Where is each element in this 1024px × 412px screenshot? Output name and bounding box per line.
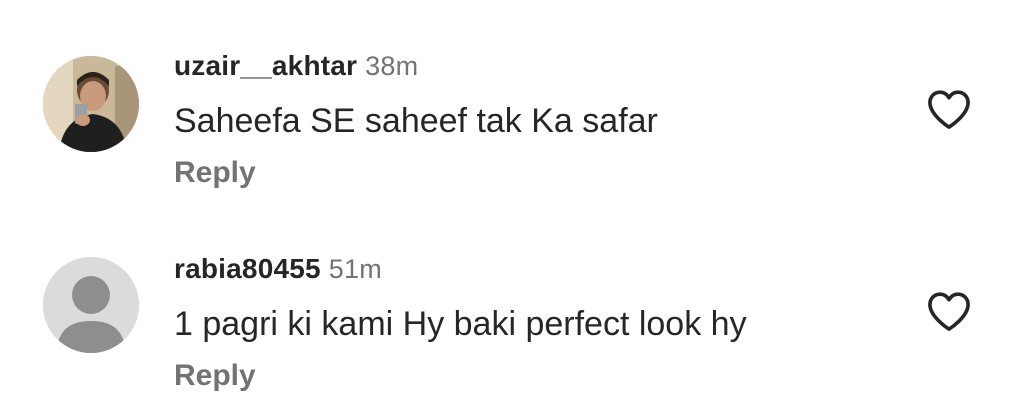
default-user-avatar-icon bbox=[43, 257, 139, 353]
comment-author[interactable]: rabia80455 51m bbox=[174, 253, 382, 285]
like-button[interactable] bbox=[926, 88, 972, 130]
avatar[interactable] bbox=[43, 56, 139, 152]
reply-button[interactable]: Reply bbox=[174, 156, 256, 190]
user-photo-avatar-icon bbox=[43, 56, 139, 152]
like-button[interactable] bbox=[926, 290, 972, 332]
reply-button[interactable]: Reply bbox=[174, 359, 256, 393]
comment-timestamp: 38m bbox=[365, 51, 419, 81]
comment-item: uzair__akhtar 38m Saheefa SE saheef tak K… bbox=[0, 0, 1024, 200]
comment-author[interactable]: uzair__akhtar 38m bbox=[174, 50, 418, 82]
comment-timestamp: 51m bbox=[328, 254, 382, 284]
comment-text: Saheefa SE saheef tak Ka safar bbox=[174, 102, 658, 140]
heart-outline-icon bbox=[928, 90, 970, 129]
heart-outline-icon bbox=[928, 292, 970, 331]
username[interactable]: uzair__akhtar bbox=[174, 50, 357, 81]
username[interactable]: rabia80455 bbox=[174, 253, 321, 284]
comment-text: 1 pagri ki kami Hy baki perfect look hy bbox=[174, 305, 747, 343]
avatar[interactable] bbox=[43, 257, 139, 353]
comment-item: rabia80455 51m 1 pagri ki kami Hy baki pe… bbox=[0, 205, 1024, 405]
